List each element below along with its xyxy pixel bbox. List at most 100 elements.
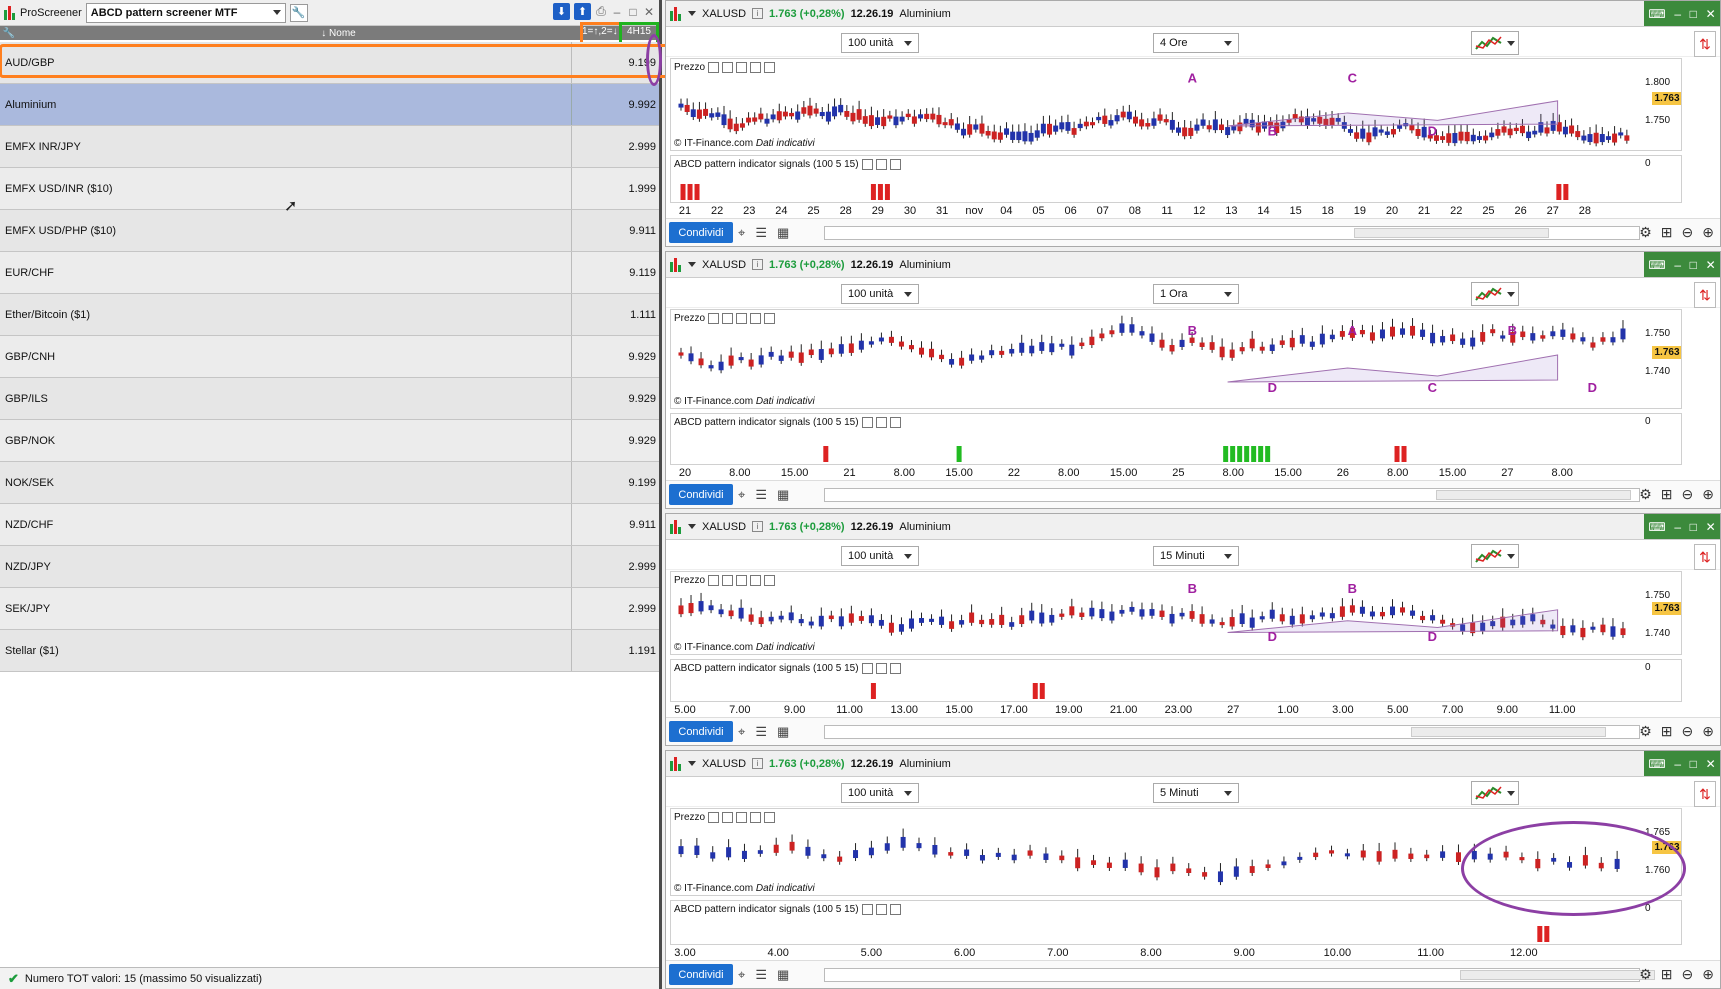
grid-icon[interactable]: ▦	[777, 487, 789, 503]
zoom-out-icon[interactable]: ⊖	[1682, 486, 1694, 503]
timeframe-select[interactable]: 1 Ora	[1153, 284, 1239, 304]
table-row[interactable]: GBP/CNH 9.929	[0, 336, 659, 378]
table-row[interactable]: NOK/SEK 9.199	[0, 462, 659, 504]
zoom-fit-icon[interactable]: ⊞	[1661, 723, 1673, 740]
close-circle-icon[interactable]	[736, 575, 748, 586]
maximize-icon[interactable]: □	[1690, 258, 1697, 272]
crosshair-icon[interactable]: ⌖	[738, 724, 745, 740]
table-row[interactable]: EMFX USD/INR ($10) 1.999	[0, 168, 659, 210]
close-circle-icon[interactable]	[889, 159, 901, 170]
share-button[interactable]: Condividi	[669, 721, 733, 742]
close-circle-icon[interactable]	[736, 313, 748, 324]
table-row[interactable]: Stellar ($1) 1.191	[0, 630, 659, 672]
wrench-icon[interactable]	[708, 575, 720, 586]
zoom-fit-icon[interactable]: ⊞	[1661, 224, 1673, 241]
remove-icon[interactable]	[750, 812, 762, 823]
maximize-icon[interactable]: □	[1690, 7, 1697, 21]
keyboard-icon[interactable]: ⌨	[1648, 520, 1665, 534]
window-icon[interactable]	[875, 663, 887, 674]
crosshair-icon[interactable]: ⌖	[738, 967, 745, 983]
list-icon[interactable]: ☰	[755, 724, 767, 740]
minimize-icon[interactable]: –	[611, 5, 623, 19]
chart-settings-icon[interactable]: ⚙	[1639, 723, 1652, 740]
list-icon[interactable]: ☰	[755, 225, 767, 241]
zoom-fit-icon[interactable]: ⊞	[1661, 486, 1673, 503]
table-row[interactable]: EMFX USD/PHP ($10) 9.911	[0, 210, 659, 252]
zoom-in-icon[interactable]: ⊕	[1702, 723, 1714, 740]
wrench-icon[interactable]	[861, 159, 873, 170]
scrollbar-thumb[interactable]	[1435, 490, 1631, 500]
chevron-down-icon[interactable]	[688, 524, 696, 529]
table-row[interactable]: GBP/ILS 9.929	[0, 378, 659, 420]
units-select[interactable]: 100 unità	[841, 546, 919, 566]
info-icon[interactable]: i	[752, 521, 764, 532]
maximize-icon[interactable]: □	[627, 5, 639, 19]
timeframe-select[interactable]: 5 Minuti	[1153, 783, 1239, 803]
scrollbar-thumb[interactable]	[1354, 228, 1550, 238]
zoom-out-icon[interactable]: ⊖	[1682, 224, 1694, 241]
table-row[interactable]: Ether/Bitcoin ($1) 1.111	[0, 294, 659, 336]
wrench-icon[interactable]	[861, 417, 873, 428]
zoom-out-icon[interactable]: ⊖	[1682, 966, 1694, 983]
close-circle-icon[interactable]	[889, 904, 901, 915]
arrow-down-icon[interactable]: ⬇	[553, 3, 570, 20]
add-icon[interactable]	[764, 575, 776, 586]
window-icon[interactable]	[875, 417, 887, 428]
indicators-button[interactable]	[1471, 282, 1519, 306]
grid-icon[interactable]: ▦	[777, 967, 789, 983]
add-icon[interactable]	[764, 62, 776, 73]
share-button[interactable]: Condividi	[669, 964, 733, 985]
units-select[interactable]: 100 unità	[841, 783, 919, 803]
chart-scrollbar[interactable]	[824, 226, 1640, 240]
zoom-in-icon[interactable]: ⊕	[1702, 224, 1714, 241]
screener-select[interactable]: ABCD pattern screener MTF	[85, 2, 286, 23]
window-icon[interactable]	[875, 904, 887, 915]
chart-settings-icon[interactable]: ⚙	[1639, 966, 1652, 983]
add-icon[interactable]	[764, 812, 776, 823]
table-row[interactable]: SEK/JPY 2.999	[0, 588, 659, 630]
minimize-icon[interactable]: –	[1674, 7, 1681, 21]
column-header-name[interactable]: ↓ Nome	[18, 28, 659, 39]
keyboard-icon[interactable]: ⌨	[1648, 7, 1665, 21]
chart-settings-icon[interactable]: ⚙	[1639, 486, 1652, 503]
chart-link-icon[interactable]: ⇅	[1694, 781, 1716, 807]
close-icon[interactable]: ✕	[1706, 757, 1716, 771]
keyboard-icon[interactable]: ⌨	[1648, 258, 1665, 272]
table-row[interactable]: NZD/JPY 2.999	[0, 546, 659, 588]
crosshair-icon[interactable]: ⌖	[738, 487, 745, 503]
crosshair-icon[interactable]: ⌖	[738, 225, 745, 241]
wrench-icon[interactable]	[708, 812, 720, 823]
info-icon[interactable]: i	[752, 8, 764, 19]
list-icon[interactable]: ☰	[755, 487, 767, 503]
close-icon[interactable]: ✕	[1706, 258, 1716, 272]
chevron-down-icon[interactable]	[688, 761, 696, 766]
wrench-icon[interactable]	[708, 313, 720, 324]
chart-link-icon[interactable]: ⇅	[1694, 544, 1716, 570]
window-icon[interactable]	[722, 313, 734, 324]
close-circle-icon[interactable]	[736, 812, 748, 823]
units-select[interactable]: 100 unità	[841, 284, 919, 304]
close-circle-icon[interactable]	[736, 62, 748, 73]
close-icon[interactable]: ✕	[1706, 7, 1716, 21]
scrollbar-thumb[interactable]	[1411, 727, 1607, 737]
wrench-icon[interactable]	[708, 62, 720, 73]
close-icon[interactable]: ✕	[1706, 520, 1716, 534]
list-icon[interactable]: ☰	[755, 967, 767, 983]
scrollbar-thumb[interactable]	[1459, 970, 1656, 980]
grid-icon[interactable]: ▦	[777, 225, 789, 241]
minimize-icon[interactable]: –	[1674, 757, 1681, 771]
zoom-out-icon[interactable]: ⊖	[1682, 723, 1694, 740]
chart-settings-icon[interactable]: ⚙	[1639, 224, 1652, 241]
window-icon[interactable]	[722, 812, 734, 823]
chart-link-icon[interactable]: ⇅	[1694, 282, 1716, 308]
share-button[interactable]: Condividi	[669, 484, 733, 505]
chart-scrollbar[interactable]	[824, 725, 1640, 739]
close-icon[interactable]: ✕	[643, 5, 655, 19]
table-row[interactable]: EUR/CHF 9.119	[0, 252, 659, 294]
indicators-button[interactable]	[1471, 781, 1519, 805]
maximize-icon[interactable]: □	[1690, 757, 1697, 771]
window-icon[interactable]	[722, 575, 734, 586]
add-icon[interactable]	[764, 313, 776, 324]
minimize-icon[interactable]: –	[1674, 258, 1681, 272]
chevron-down-icon[interactable]	[688, 262, 696, 267]
